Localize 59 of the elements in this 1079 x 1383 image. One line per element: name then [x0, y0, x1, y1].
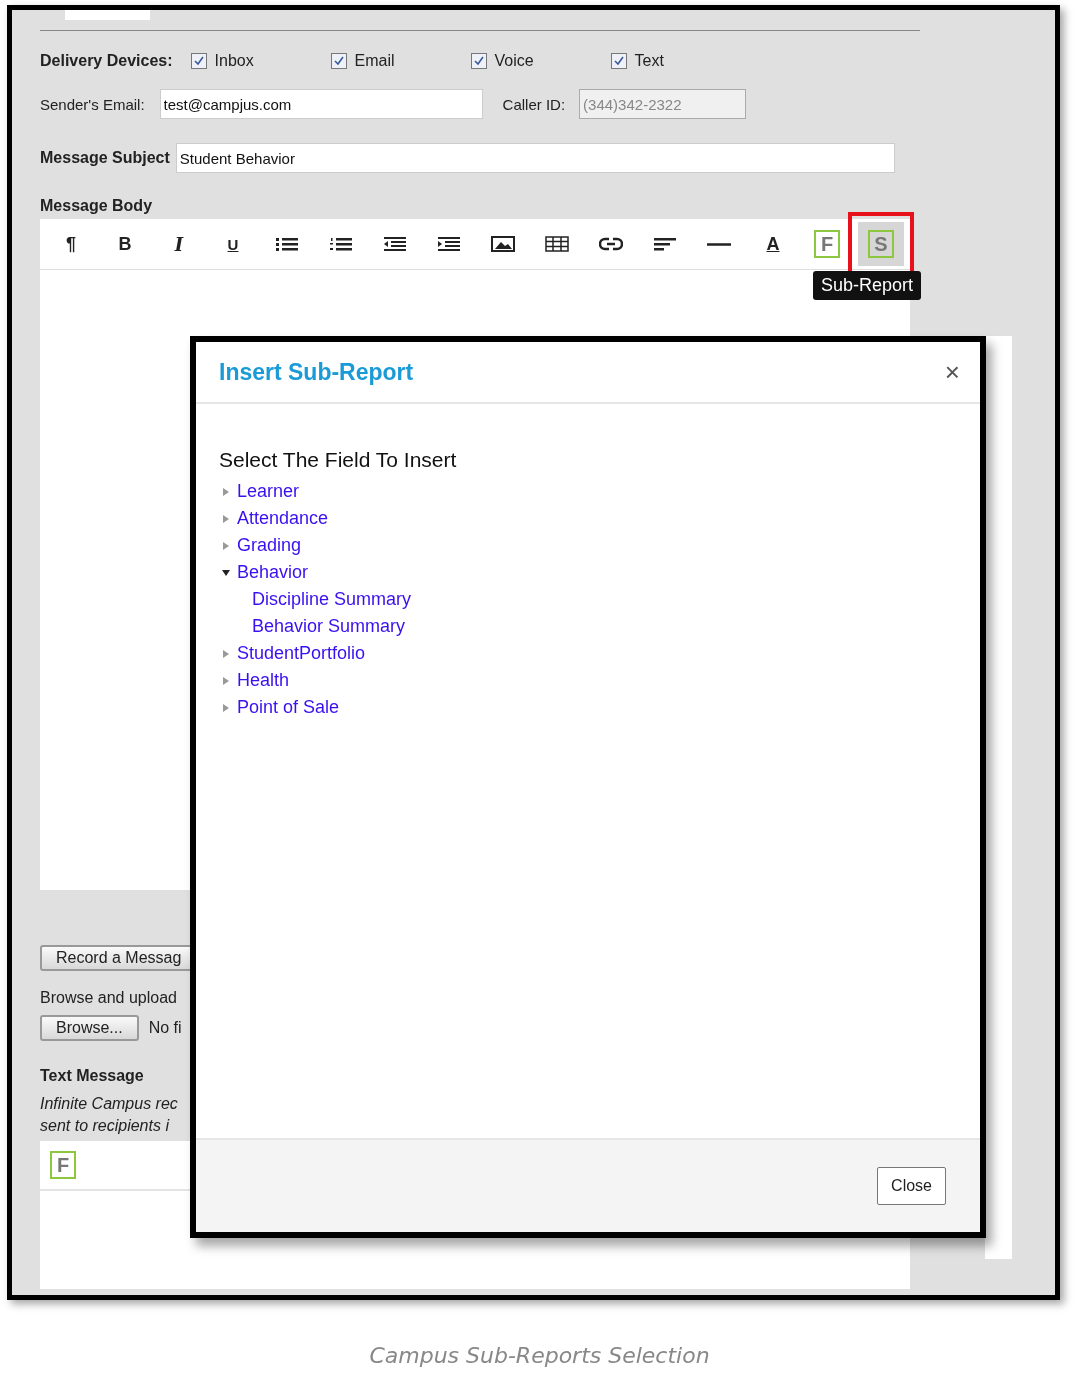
caret-right-icon[interactable] [222, 541, 230, 550]
checkbox-label: Text [634, 52, 664, 70]
caret-right-icon[interactable] [222, 514, 230, 523]
color-button[interactable]: A [746, 222, 800, 266]
checkbox[interactable] [470, 53, 487, 69]
upload-label: Browse and upload [40, 989, 178, 1007]
outdent-icon [383, 236, 407, 252]
tree-item[interactable]: StudentPortfolio [237, 643, 366, 664]
caret-right-icon[interactable] [222, 487, 230, 496]
file-status: No fi [148, 1019, 182, 1037]
caption: Campus Sub-Reports Selection [368, 1343, 711, 1368]
indent-icon [437, 236, 461, 252]
caret-right-icon[interactable] [222, 649, 230, 658]
tree-item[interactable]: Attendance [237, 508, 329, 529]
caret-right-icon[interactable] [222, 703, 230, 712]
close-button[interactable]: Close [877, 1167, 946, 1205]
email-field[interactable]: test@campjus.com [159, 89, 483, 119]
bulleted-list-icon [275, 236, 299, 252]
align-left-icon [653, 236, 677, 252]
tree-item[interactable]: Health [237, 670, 290, 691]
field-label: Sender's Email: [40, 95, 145, 113]
section-label: Text Message [40, 1067, 145, 1085]
tree-item[interactable]: Discipline Summary [252, 589, 412, 610]
close-button[interactable]: × [944, 356, 960, 388]
subject-field[interactable]: Student Behavior [175, 143, 895, 173]
caret-right-icon[interactable] [222, 676, 230, 685]
field-label: Delivery Devices: [40, 52, 173, 70]
dialog-title: Insert Sub-Report [219, 358, 414, 386]
tree-item[interactable]: Behavior [237, 562, 309, 583]
section-label: Message Body [40, 197, 154, 215]
note-text: sent to recipients i [40, 1116, 171, 1136]
tree-item[interactable]: Learner [237, 481, 300, 502]
field-button[interactable]: F [46, 1143, 80, 1187]
checkbox[interactable] [330, 53, 347, 69]
field-button[interactable]: F [800, 222, 854, 266]
numbered-list-icon [329, 236, 353, 252]
field-label: Caller ID: [502, 95, 566, 113]
tree-item[interactable]: Grading [237, 535, 302, 556]
italic-button[interactable]: I [152, 222, 206, 266]
image-icon [491, 236, 515, 252]
tree-item[interactable]: Behavior Summary [252, 616, 406, 637]
checkbox-label: Inbox [214, 52, 254, 70]
caret-down-icon[interactable] [222, 568, 230, 577]
table-icon [545, 236, 569, 252]
checkbox[interactable] [610, 53, 627, 69]
checkbox[interactable] [190, 53, 207, 69]
tooltip: Sub-Report [813, 271, 922, 300]
paragraph-button[interactable]: ¶ [44, 222, 98, 266]
note-text: Infinite Campus rec [40, 1094, 179, 1114]
checkbox-label: Voice [494, 52, 534, 70]
bold-button[interactable]: B [98, 222, 152, 266]
horizontal-line-icon [707, 242, 731, 246]
prompt-text: Select The Field To Insert [219, 448, 458, 472]
browse-button[interactable]: Browse... [40, 1015, 139, 1041]
underline-button[interactable]: U [206, 222, 260, 266]
link-icon [599, 236, 623, 252]
field-label: Message Subject [40, 149, 170, 167]
checkbox-label: Email [354, 52, 395, 70]
tree-item[interactable]: Point of Sale [237, 697, 340, 718]
